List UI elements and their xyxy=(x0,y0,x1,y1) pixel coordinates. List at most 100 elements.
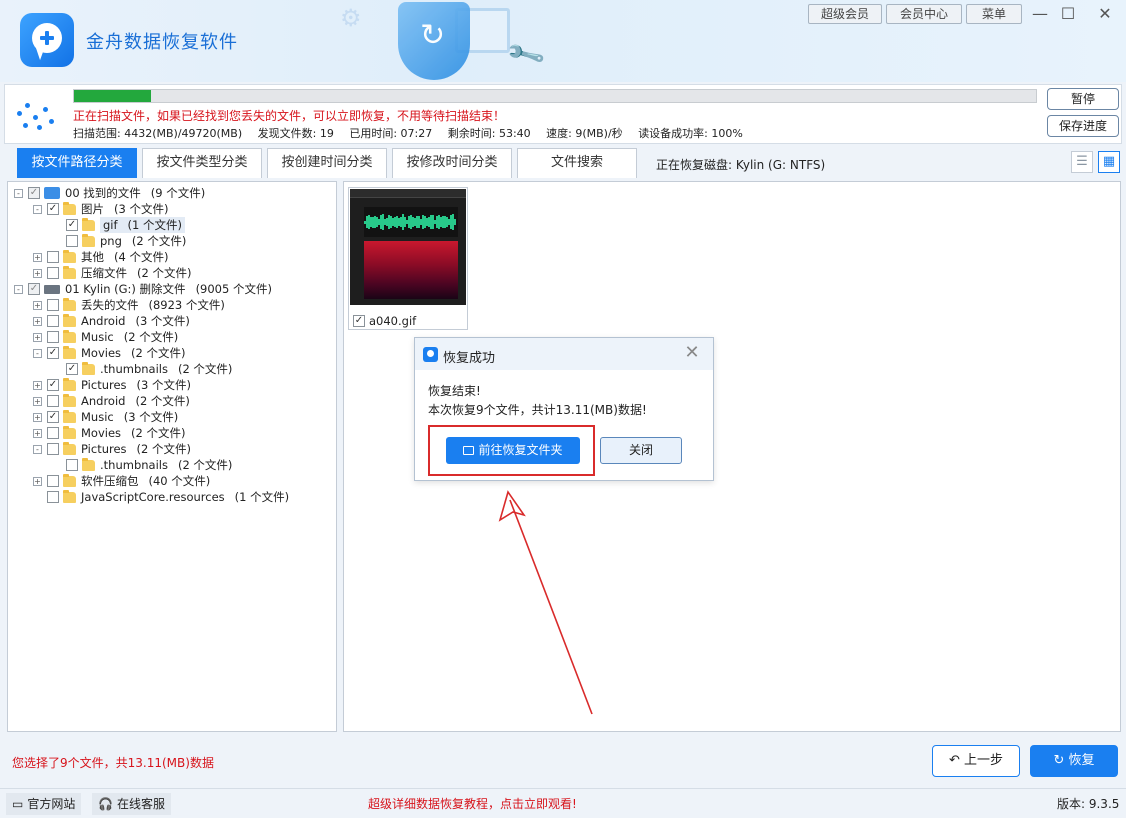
expand-icon[interactable]: + xyxy=(33,412,42,422)
file-checkbox[interactable]: ✓ xyxy=(353,315,365,327)
tree-row[interactable]: + 丢失的文件 (8923 个文件) xyxy=(33,297,225,313)
file-thumbnail[interactable]: ✓ a040.gif xyxy=(348,187,468,330)
tree-row[interactable]: - ✓ 图片 (3 个文件) xyxy=(33,201,168,217)
tree-checkbox[interactable] xyxy=(66,459,78,471)
expand-icon[interactable]: + xyxy=(33,252,42,262)
open-recovery-folder-button[interactable]: 前往恢复文件夹 xyxy=(446,437,580,464)
tab-by-modified-time[interactable]: 按修改时间分类 xyxy=(392,148,512,178)
tree-row[interactable]: + Android (3 个文件) xyxy=(33,313,190,329)
tree-checkbox[interactable]: ✓ xyxy=(47,379,59,391)
menu-button[interactable]: 菜单 xyxy=(966,4,1022,24)
tree-item-text: Android (3 个文件) xyxy=(81,313,190,329)
tree-checkbox[interactable]: ✓ xyxy=(66,363,78,375)
dialog-close-icon[interactable]: ✕ xyxy=(681,342,703,364)
tree-item-text: Pictures (3 个文件) xyxy=(81,377,191,393)
headset-icon: 🎧 xyxy=(98,797,113,811)
tree-checkbox[interactable] xyxy=(47,427,59,439)
scan-speed: 速度: 9(MB)/秒 xyxy=(546,127,623,140)
expand-icon[interactable]: + xyxy=(33,300,42,310)
tree-row[interactable]: .thumbnails (2 个文件) xyxy=(52,457,232,473)
list-view-icon[interactable]: ☰ xyxy=(1071,151,1093,173)
official-website-link[interactable]: ▭ 官方网站 xyxy=(6,793,82,815)
tree-row[interactable]: ✓ .thumbnails (2 个文件) xyxy=(52,361,232,377)
tutorial-link[interactable]: 超级详细数据恢复教程，点击立即观看! xyxy=(368,795,577,812)
tree-item-label: Android xyxy=(81,394,126,408)
tree-item-count: (1 个文件) xyxy=(234,490,290,504)
dialog-close-button[interactable]: 关闭 xyxy=(600,437,682,464)
tree-row[interactable]: + ✓ Pictures (3 个文件) xyxy=(33,377,191,393)
recovering-disk-info: 正在恢复磁盘: Kylin (G: NTFS) xyxy=(656,158,826,172)
remaining-time: 剩余时间: 53:40 xyxy=(447,127,531,140)
online-support-link[interactable]: 🎧 在线客服 xyxy=(92,793,171,815)
save-progress-button[interactable]: 保存进度 xyxy=(1047,115,1119,137)
collapse-icon[interactable]: - xyxy=(33,348,42,358)
recovery-success-dialog: 恢复成功 ✕ 恢复结束! 本次恢复9个文件，共计13.11(MB)数据! 前往恢… xyxy=(414,337,714,481)
tab-by-type[interactable]: 按文件类型分类 xyxy=(142,148,262,178)
folder-icon xyxy=(82,217,95,231)
expand-icon[interactable]: + xyxy=(33,380,42,390)
official-website-label: 官方网站 xyxy=(27,797,76,811)
tree-item-text: .thumbnails (2 个文件) xyxy=(100,457,232,473)
tree-row[interactable]: + 其他 (4 个文件) xyxy=(33,249,168,265)
tree-checkbox[interactable] xyxy=(47,475,59,487)
tab-file-search[interactable]: 文件搜索 xyxy=(517,148,637,178)
tree-row[interactable]: + Music (2 个文件) xyxy=(33,329,178,345)
tree-checkbox[interactable] xyxy=(47,395,59,407)
tree-row[interactable]: - Pictures (2 个文件) xyxy=(33,441,191,457)
tree-row[interactable]: JavaScriptCore.resources (1 个文件) xyxy=(33,489,289,505)
tree-row[interactable]: + 压缩文件 (2 个文件) xyxy=(33,265,191,281)
expand-icon[interactable]: + xyxy=(33,268,42,278)
tab-by-created-time[interactable]: 按创建时间分类 xyxy=(267,148,387,178)
tree-row[interactable]: - ✓ 01 Kylin (G:) 删除文件 (9005 个文件) xyxy=(14,281,272,297)
expand-icon[interactable]: + xyxy=(33,396,42,406)
tree-checkbox[interactable] xyxy=(47,331,59,343)
collapse-icon[interactable]: - xyxy=(33,204,42,214)
tree-checkbox[interactable] xyxy=(47,299,59,311)
tree-checkbox[interactable] xyxy=(47,267,59,279)
tree-item-count: (2 个文件) xyxy=(131,234,187,248)
recover-button[interactable]: ↻ 恢复 xyxy=(1030,745,1118,777)
collapse-icon[interactable]: - xyxy=(14,284,23,294)
expand-icon[interactable]: + xyxy=(33,316,42,326)
tab-by-path[interactable]: 按文件路径分类 xyxy=(17,148,137,178)
maximize-icon[interactable]: ☐ xyxy=(1056,2,1080,26)
tree-checkbox[interactable] xyxy=(47,315,59,327)
minimize-icon[interactable]: — xyxy=(1028,2,1052,26)
tree-row[interactable]: + 软件压缩包 (40 个文件) xyxy=(33,473,210,489)
tree-row[interactable]: ✓ gif (1 个文件) xyxy=(52,217,185,233)
tree-item-count: (9 个文件) xyxy=(150,186,206,200)
tree-item-text: 00 找到的文件 (9 个文件) xyxy=(65,185,205,201)
grid-view-icon[interactable]: ▦ xyxy=(1098,151,1120,173)
collapse-icon[interactable]: - xyxy=(33,444,42,454)
tree-checkbox[interactable]: ✓ xyxy=(47,347,59,359)
tree-checkbox[interactable] xyxy=(66,235,78,247)
tree-row[interactable]: + ✓ Music (3 个文件) xyxy=(33,409,178,425)
tree-checkbox[interactable]: ✓ xyxy=(47,411,59,423)
tree-row[interactable]: + Movies (2 个文件) xyxy=(33,425,185,441)
dialog-title: 恢复成功 xyxy=(443,351,496,366)
expand-icon[interactable]: + xyxy=(33,428,42,438)
previous-step-button[interactable]: ↶ 上一步 xyxy=(932,745,1020,777)
tree-checkbox[interactable]: ✓ xyxy=(28,187,40,199)
tree-item-label: Movies xyxy=(81,346,122,360)
tree-checkbox[interactable] xyxy=(47,491,59,503)
close-icon[interactable]: ✕ xyxy=(1093,2,1117,26)
tree-row[interactable]: png (2 个文件) xyxy=(52,233,186,249)
tree-checkbox[interactable] xyxy=(47,443,59,455)
expand-icon[interactable]: + xyxy=(33,332,42,342)
tree-item-label: 软件压缩包 xyxy=(81,474,139,488)
tree-checkbox[interactable]: ✓ xyxy=(66,219,78,231)
pause-button[interactable]: 暂停 xyxy=(1047,88,1119,110)
tree-item-text: png (2 个文件) xyxy=(100,233,186,249)
file-item: ✓ a040.gif xyxy=(353,314,416,328)
collapse-icon[interactable]: - xyxy=(14,188,23,198)
tree-row[interactable]: - ✓ 00 找到的文件 (9 个文件) xyxy=(14,185,205,201)
tree-row[interactable]: - ✓ Movies (2 个文件) xyxy=(33,345,185,361)
super-vip-button[interactable]: 超级会员 xyxy=(808,4,882,24)
tree-row[interactable]: + Android (2 个文件) xyxy=(33,393,190,409)
member-center-button[interactable]: 会员中心 xyxy=(886,4,962,24)
tree-checkbox[interactable] xyxy=(47,251,59,263)
expand-icon[interactable]: + xyxy=(33,476,42,486)
tree-checkbox[interactable]: ✓ xyxy=(28,283,40,295)
tree-checkbox[interactable]: ✓ xyxy=(47,203,59,215)
